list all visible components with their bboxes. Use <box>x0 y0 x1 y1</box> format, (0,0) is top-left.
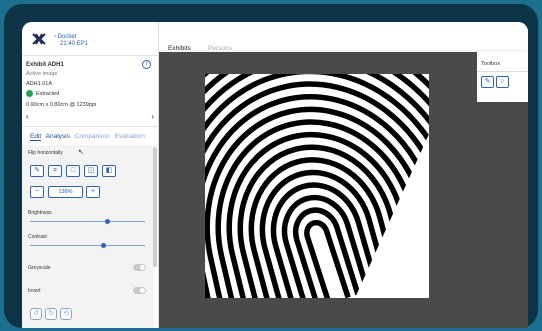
image-pager: ‹ › <box>26 112 154 121</box>
divider <box>22 126 159 127</box>
zoom-value[interactable]: 138% <box>48 186 83 198</box>
crop-tool-button[interactable]: ⌗ <box>48 165 62 177</box>
prev-image-icon[interactable]: ‹ <box>26 112 29 121</box>
circle-icon[interactable]: ○ <box>496 76 509 88</box>
exhibit-panel: ‹ Docket 21:40:EP1 Exhibit ADH1 i Active… <box>22 22 159 328</box>
tab-analysis[interactable]: Analysis <box>46 133 70 140</box>
greyscale-label: Greyscale <box>28 265 51 271</box>
image-canvas[interactable] <box>159 52 528 328</box>
tab-comparison[interactable]: Comparison <box>75 133 110 140</box>
status-row: Extracted <box>26 90 59 97</box>
contrast-label: Contrast <box>28 234 47 240</box>
screen: ‹ Docket 21:40:EP1 Exhibit ADH1 i Active… <box>22 22 528 328</box>
exhibit-subtitle: Active image <box>26 71 58 77</box>
top-bar: Exhibits Persons <box>159 22 528 52</box>
zoom-in-button[interactable]: + <box>86 186 100 198</box>
tab-edit[interactable]: Edit <box>30 133 42 141</box>
info-icon[interactable]: i <box>142 60 151 69</box>
next-image-icon[interactable]: › <box>151 112 154 121</box>
back-label: Docket <box>57 34 77 40</box>
fingerprint-image[interactable] <box>205 74 429 298</box>
image-id: ADH1.01A <box>26 81 52 87</box>
app-logo-icon <box>32 33 46 45</box>
contrast-slider[interactable] <box>30 243 145 248</box>
toolbox-panel: Toolbox ✎ ○ <box>477 52 528 102</box>
pointer-cursor-icon: ↖ <box>78 149 84 156</box>
zoom-out-button[interactable]: − <box>30 186 44 198</box>
exhibit-title: Exhibit ADH1 <box>26 62 64 68</box>
tab-exhibits[interactable]: Exhibits <box>168 45 191 52</box>
scrollbar[interactable] <box>153 147 157 267</box>
pencil-tool-button[interactable]: ✎ <box>30 165 44 177</box>
tab-evaluation[interactable]: Evaluation <box>115 133 145 140</box>
select-tool-button[interactable]: □ <box>66 165 80 177</box>
fingerprint-graphic <box>205 74 429 298</box>
back-link[interactable]: ‹ Docket 21:40:EP1 <box>54 34 88 48</box>
redo-icon[interactable]: ↻ <box>45 308 57 320</box>
edit-tabs: Edit Analysis Comparison Evaluation <box>30 133 148 141</box>
divider <box>477 71 528 72</box>
image-dimensions: 0.90cm x 0.80cm @ 1239ppi <box>26 102 97 108</box>
undo-icon[interactable]: ↺ <box>30 308 42 320</box>
toolbox-title: Toolbox <box>481 61 500 67</box>
greyscale-toggle[interactable] <box>133 264 146 271</box>
flip-horizontal-button[interactable]: ◧ <box>102 165 116 177</box>
invert-toggle[interactable] <box>133 287 146 294</box>
status-text: Extracted <box>36 90 60 97</box>
pencil-icon[interactable]: ✎ <box>481 76 494 88</box>
flip-label: Flip horizontally <box>28 150 63 156</box>
timestamp: 21:40:EP1 <box>60 41 89 47</box>
tab-persons[interactable]: Persons <box>208 45 232 52</box>
reset-icon[interactable]: ⟲ <box>60 308 72 320</box>
divider <box>22 55 159 56</box>
check-badge-icon <box>26 90 33 97</box>
invert-label: Invert <box>28 288 41 294</box>
chevron-left-icon: ‹ <box>54 34 56 40</box>
flip-vertical-button[interactable]: ◫ <box>84 165 98 177</box>
brightness-slider-knob[interactable] <box>104 219 110 224</box>
brightness-label: Brightness <box>28 210 52 216</box>
brightness-slider[interactable] <box>30 219 145 224</box>
device-frame: ‹ Docket 21:40:EP1 Exhibit ADH1 i Active… <box>4 4 538 328</box>
